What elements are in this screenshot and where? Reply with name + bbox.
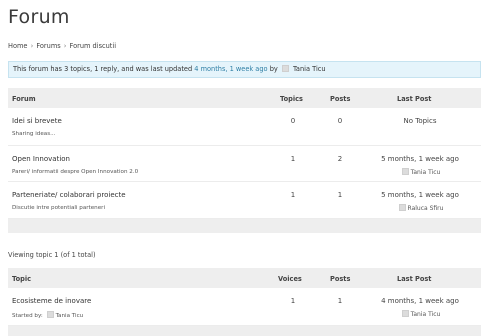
breadcrumb-forums-link[interactable]: Forums [36,42,60,50]
avatar[interactable] [401,168,409,175]
forum-last-post-link[interactable]: 5 months, 1 week ago [365,191,475,199]
column-header-last-post: Last Post [397,275,432,283]
avatar[interactable] [281,65,289,72]
notice-author-link[interactable]: Tania Ticu [293,65,326,73]
author-link[interactable]: Tania Ticu [411,311,441,318]
breadcrumb-separator: › [63,42,67,50]
topic-voice-count: 1 [290,297,296,305]
forum-description: Sharing ideas... [12,131,56,137]
author-link[interactable]: Tania Ticu [411,169,441,176]
forum-title-link[interactable]: Open Innovation [12,155,70,163]
breadcrumb-current: Forum discutii [69,42,117,50]
notice-by: by [269,65,278,73]
forum-row: Open Innovation Pareri/ informatii despr… [8,146,481,182]
forums-table-footer [8,219,481,233]
topics-table: Topic Voices Posts Last Post Ecosisteme … [8,268,481,336]
author-link[interactable]: Raluca Sfiru [408,205,444,212]
forum-topic-count: 1 [290,191,296,199]
column-header-posts: Posts [330,275,351,283]
topic-title-link[interactable]: Ecosisteme de inovare [12,297,91,305]
forum-last-author: Raluca Sfiru [365,204,475,212]
column-header-forum: Forum [12,95,36,103]
forum-last-post: No Topics [403,117,437,125]
starter-link[interactable]: Tania Ticu [56,313,84,319]
forum-title-link[interactable]: Idei si brevete [12,117,62,125]
forum-row: Parteneriate/ colaborari proiecte Discut… [8,182,481,219]
topic-row: Ecosisteme de inovare Started by: Tania … [8,288,481,326]
topic-started-by: Started by: Tania Ticu [12,311,83,319]
breadcrumb-separator: › [30,42,34,50]
forum-post-count: 2 [337,155,343,163]
forum-post-count: 0 [337,117,343,125]
forum-info-notice: This forum has 3 topics, 1 reply, and wa… [8,61,481,78]
avatar[interactable] [398,204,406,211]
topics-table-header: Topic Voices Posts Last Post [8,268,481,288]
forums-table-header: Forum Topics Posts Last Post [8,88,481,108]
forum-last-post-link[interactable]: 5 months, 1 week ago [365,155,475,163]
avatar[interactable] [401,310,409,317]
forum-topic-count: 1 [290,155,296,163]
forums-table: Forum Topics Posts Last Post Idei si bre… [8,88,481,233]
column-header-posts: Posts [330,95,351,103]
forum-topic-count: 0 [290,117,296,125]
started-by-label: Started by: [12,313,43,319]
breadcrumb: Home › Forums › Forum discutii [8,42,116,50]
column-header-topics: Topics [280,95,303,103]
topics-table-footer [8,326,481,336]
column-header-last-post: Last Post [397,95,432,103]
topic-last-author: Tania Ticu [365,310,475,318]
column-header-topic: Topic [12,275,32,283]
forum-post-count: 1 [337,191,343,199]
forum-description: Discutie intre potentiali parteneri [12,205,106,211]
page-title: Forum [8,6,70,28]
forum-row: Idei si brevete Sharing ideas... 0 0 No … [8,108,481,146]
column-header-voices: Voices [278,275,302,283]
topic-post-count: 1 [337,297,343,305]
forum-last-author: Tania Ticu [365,168,475,176]
forum-description: Pareri/ informatii despre Open Innovatio… [12,169,139,175]
notice-text: This forum has 3 topics, 1 reply, and wa… [13,65,193,73]
last-updated-link[interactable]: 4 months, 1 week ago [194,65,267,73]
topic-pagination-count: Viewing topic 1 (of 1 total) [8,251,96,259]
forum-title-link[interactable]: Parteneriate/ colaborari proiecte [12,191,126,199]
topic-last-post-link[interactable]: 4 months, 1 week ago [365,297,475,305]
breadcrumb-home-link[interactable]: Home [8,42,27,50]
avatar[interactable] [46,311,54,318]
